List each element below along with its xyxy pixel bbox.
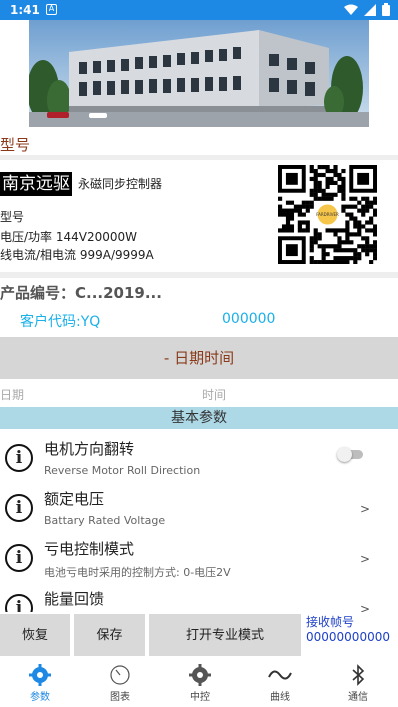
chevron-right-icon: > <box>360 602 371 612</box>
open-pro-mode-button[interactable]: 打开专业模式 <box>149 614 301 656</box>
wifi-icon <box>344 4 358 15</box>
date-label: 日期 <box>0 388 25 402</box>
info-icon: i <box>5 444 33 472</box>
model-label: 型号 <box>0 210 25 224</box>
toggle-thumb <box>337 447 352 462</box>
qr-logo-text: FARDRIVER <box>316 212 339 217</box>
param-motor-direction[interactable]: i 电机方向翻转 Reverse Motor Roll Direction <box>0 434 398 484</box>
signal-icon <box>364 3 376 16</box>
chevron-right-icon: > <box>360 502 371 516</box>
param-title: 电机方向翻转 <box>44 440 135 458</box>
chevron-right-icon: > <box>360 552 371 566</box>
param-title: 亏电控制模式 <box>44 540 135 558</box>
tab-label: 参数 <box>30 692 50 703</box>
status-time: 1:41 <box>10 3 40 17</box>
info-icon: i <box>5 494 33 522</box>
customer-code-label: 客户代码:YQ <box>20 314 101 330</box>
wave-icon <box>268 670 292 680</box>
bluetooth-icon <box>352 664 365 686</box>
param-undervoltage-mode[interactable]: i 亏电控制模式 电池亏电时采用的控制方式: 0-电压2V > <box>0 534 398 584</box>
gauge-icon <box>110 665 130 685</box>
tab-chart[interactable]: 图表 <box>80 658 160 707</box>
bottom-tab-bar: 参数 图表 中控 曲线 通信 <box>0 658 398 707</box>
param-desc: Battary Rated Voltage <box>44 514 166 527</box>
banner-image <box>29 20 369 127</box>
gear-icon <box>189 664 211 686</box>
date-time-header[interactable]: - 日期时间 <box>0 337 398 379</box>
line-phase-current: 线电流/相电流 999A/9999A <box>0 248 154 262</box>
time-label: 时间 <box>202 388 227 402</box>
param-title: 能量回馈 <box>44 590 105 608</box>
param-desc: 电池亏电时采用的控制方式: 0-电压2V <box>44 566 231 579</box>
restore-button[interactable]: 恢复 <box>0 614 70 656</box>
tab-curve[interactable]: 曲线 <box>240 658 320 707</box>
product-number: 产品编号：C...2019... <box>0 284 162 302</box>
receive-frame-value: 00000000000 <box>306 630 390 644</box>
brand-name: 南京远驱 <box>0 172 72 196</box>
reverse-direction-toggle[interactable] <box>337 447 363 462</box>
tab-control[interactable]: 中控 <box>160 658 240 707</box>
qr-code: FARDRIVER <box>278 165 378 265</box>
tab-label: 中控 <box>190 692 210 703</box>
tab-label: 曲线 <box>270 692 290 703</box>
divider <box>0 272 398 278</box>
status-bar: 1:41 A <box>0 0 398 20</box>
battery-icon <box>382 3 390 16</box>
brand-subtitle: 永磁同步控制器 <box>78 177 163 191</box>
section-model-title: 型号 <box>0 136 31 154</box>
param-rated-voltage[interactable]: i 额定电压 Battary Rated Voltage > <box>0 484 398 534</box>
tab-communication[interactable]: 通信 <box>318 658 398 707</box>
tab-label: 图表 <box>110 692 130 703</box>
tab-label: 通信 <box>348 692 368 703</box>
param-energy-feedback[interactable]: i 能量回馈 > <box>0 584 398 612</box>
param-desc: Reverse Motor Roll Direction <box>44 464 201 477</box>
info-icon: i <box>5 544 33 572</box>
voltage-power: 电压/功率 144V20000W <box>0 230 138 244</box>
tab-params[interactable]: 参数 <box>0 658 80 707</box>
basic-params-header: 基本参数 <box>0 407 398 429</box>
customer-code-value: 000000 <box>222 311 276 327</box>
receive-frame: 接收帧号 00000000000 <box>306 615 390 645</box>
notification-icon: A <box>46 4 57 15</box>
param-title: 额定电压 <box>44 490 105 508</box>
receive-frame-label: 接收帧号 <box>306 615 355 629</box>
gear-icon <box>29 664 51 686</box>
save-button[interactable]: 保存 <box>74 614 145 656</box>
info-icon: i <box>5 594 33 612</box>
